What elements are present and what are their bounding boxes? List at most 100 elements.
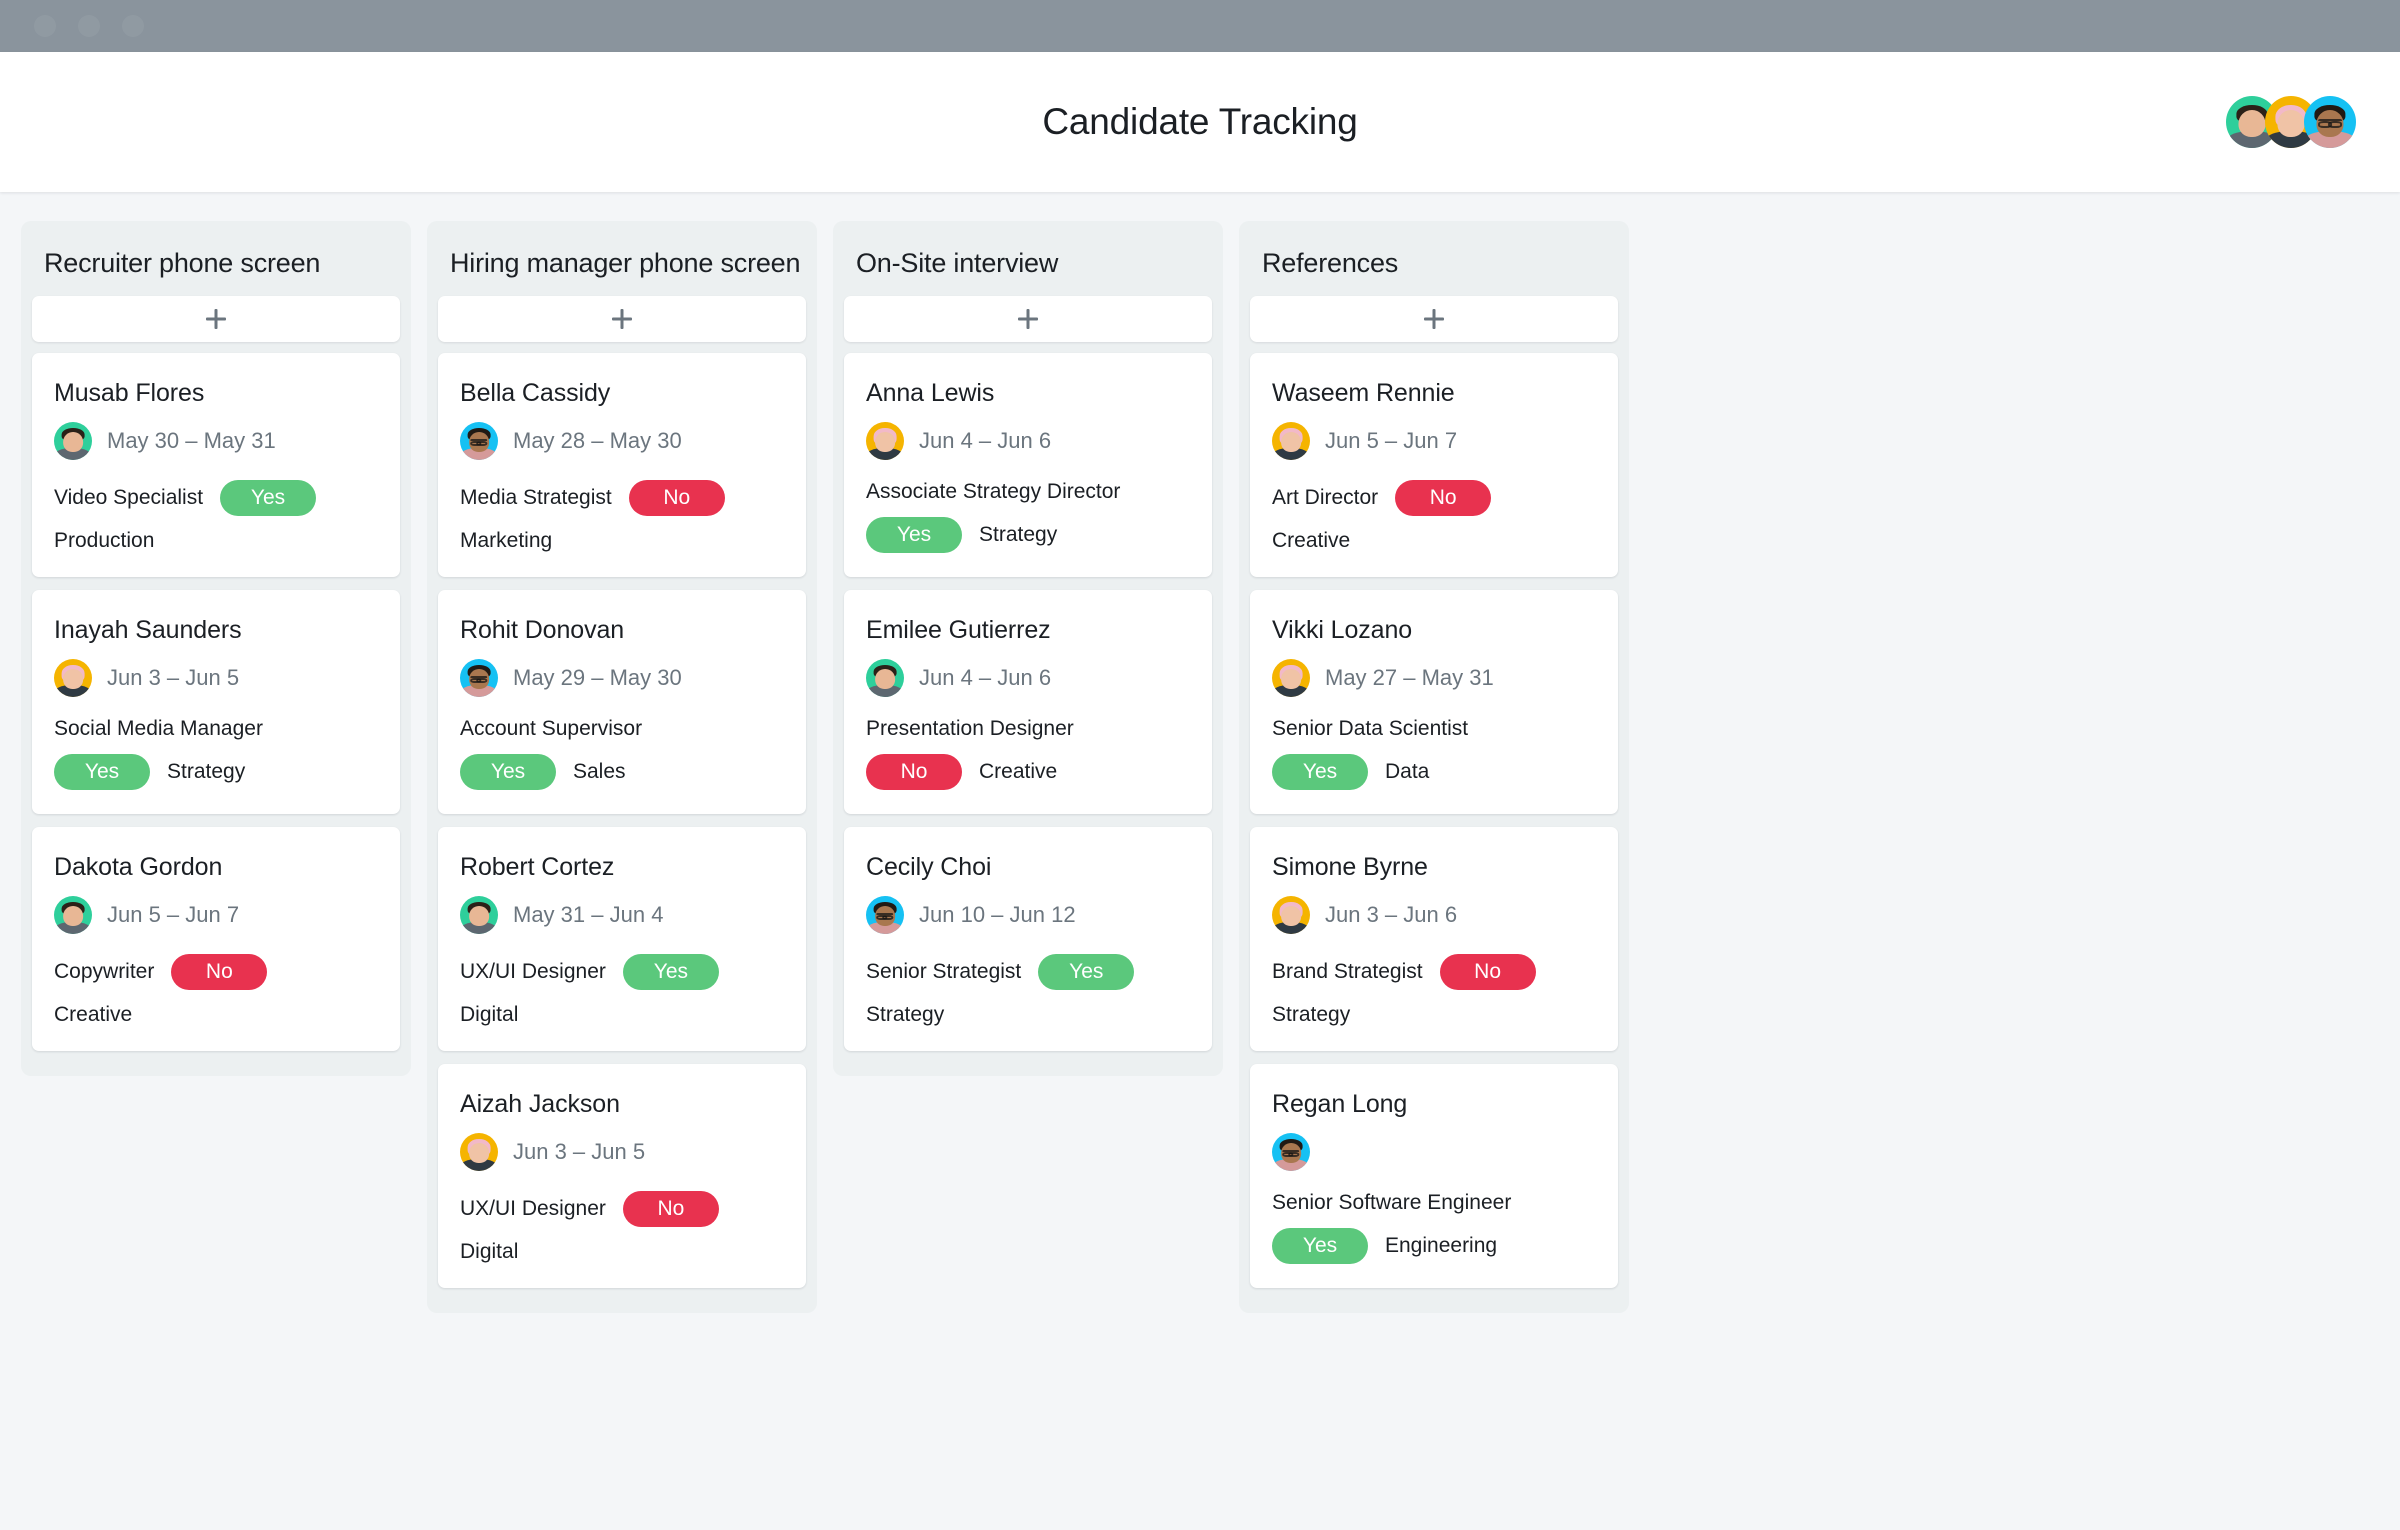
board-column: Hiring manager phone screen Bella Cassidy…: [427, 221, 817, 1313]
avatar[interactable]: [866, 659, 904, 697]
candidate-meta: Jun 5 – Jun 7: [1272, 422, 1596, 460]
avatar[interactable]: [54, 422, 92, 460]
candidate-card[interactable]: Waseem Rennie Jun 5 – Jun 7 Art Director No…: [1250, 353, 1618, 577]
avatar[interactable]: [460, 422, 498, 460]
card-field-row: UX/UI Designer No: [460, 1191, 784, 1227]
role-label: Video Specialist: [54, 486, 204, 509]
status-badge[interactable]: Yes: [622, 954, 719, 990]
card-field-row: UX/UI Designer Yes: [460, 954, 784, 990]
close-icon[interactable]: [34, 15, 56, 37]
candidate-name: Musab Flores: [54, 379, 205, 407]
date-range: Jun 10 – Jun 12: [919, 902, 1076, 927]
member-avatar-group[interactable]: [2226, 96, 2356, 148]
candidate-card[interactable]: Bella Cassidy May 28 – May 30 Media Strate…: [438, 353, 806, 577]
card-field-row: Media Strategist No: [460, 480, 784, 516]
card-fields: Senior Software Engineer Yes Engineering: [1272, 1191, 1596, 1264]
role-label: Art Director: [1272, 486, 1379, 509]
candidate-card[interactable]: Aizah Jackson Jun 3 – Jun 5 UX/UI Designer…: [438, 1064, 806, 1288]
date-range: May 27 – May 31: [1325, 665, 1494, 690]
avatar[interactable]: [54, 659, 92, 697]
maximize-icon[interactable]: [122, 15, 144, 37]
candidate-name: Bella Cassidy: [460, 379, 611, 407]
team-label: Creative: [1272, 529, 1351, 552]
candidate-name: Cecily Choi: [866, 853, 992, 881]
candidate-card[interactable]: Simone Byrne Jun 3 – Jun 6 Brand Strategis…: [1250, 827, 1618, 1051]
candidate-meta: May 31 – Jun 4: [460, 896, 784, 934]
date-range: Jun 4 – Jun 6: [919, 428, 1052, 453]
card-fields: Copywriter No Creative: [54, 954, 378, 1027]
add-card-button[interactable]: [32, 296, 400, 342]
candidate-card[interactable]: Rohit Donovan May 29 – May 30 Account Supe…: [438, 590, 806, 814]
card-field-row: Yes Strategy: [54, 754, 378, 790]
candidate-card[interactable]: Inayah Saunders Jun 3 – Jun 5 Social Media…: [32, 590, 400, 814]
status-badge[interactable]: Yes: [866, 517, 962, 553]
team-label: Creative: [54, 1003, 133, 1026]
candidate-card[interactable]: Robert Cortez May 31 – Jun 4 UX/UI Designe…: [438, 827, 806, 1051]
candidate-card[interactable]: Vikki Lozano May 27 – May 31 Senior Data S…: [1250, 590, 1618, 814]
avatar[interactable]: [1272, 659, 1310, 697]
role-label: UX/UI Designer: [460, 1197, 606, 1220]
status-badge[interactable]: No: [171, 954, 268, 990]
plus-icon: [203, 306, 229, 332]
status-badge[interactable]: No: [1395, 480, 1492, 516]
candidate-card[interactable]: Regan Long Senior Software Engineer Yes Eng…: [1250, 1064, 1618, 1288]
status-badge[interactable]: Yes: [54, 754, 150, 790]
status-badge[interactable]: Yes: [1272, 1228, 1368, 1264]
role-label: Copywriter: [54, 960, 155, 983]
candidate-name: Robert Cortez: [460, 853, 615, 881]
avatar[interactable]: [54, 896, 92, 934]
avatar[interactable]: [460, 659, 498, 697]
date-range: Jun 3 – Jun 5: [513, 1139, 646, 1164]
candidate-card[interactable]: Cecily Choi Jun 10 – Jun 12 Senior Strateg…: [844, 827, 1212, 1051]
candidate-name: Emilee Gutierrez: [866, 616, 1051, 644]
avatar[interactable]: [460, 896, 498, 934]
role-label: Senior Data Scientist: [1272, 717, 1469, 740]
candidate-name: Aizah Jackson: [460, 1090, 620, 1118]
card-field-row: Creative: [54, 1003, 378, 1027]
card-field-row: Yes Engineering: [1272, 1228, 1596, 1264]
status-badge[interactable]: No: [622, 1191, 719, 1227]
candidate-meta: Jun 3 – Jun 5: [54, 659, 378, 697]
status-badge[interactable]: Yes: [460, 754, 556, 790]
candidate-meta: May 30 – May 31: [54, 422, 378, 460]
card-field-row: Strategy: [866, 1003, 1190, 1027]
status-badge[interactable]: No: [1439, 954, 1536, 990]
avatar[interactable]: [866, 422, 904, 460]
avatar[interactable]: [1272, 896, 1310, 934]
date-range: May 29 – May 30: [513, 665, 682, 690]
card-fields: Associate Strategy Director Yes Strategy: [866, 480, 1190, 553]
candidate-card[interactable]: Emilee Gutierrez Jun 4 – Jun 6 Presentatio…: [844, 590, 1212, 814]
status-badge[interactable]: No: [866, 754, 962, 790]
candidate-card[interactable]: Dakota Gordon Jun 5 – Jun 7 Copywriter No Cr…: [32, 827, 400, 1051]
status-badge[interactable]: Yes: [220, 480, 317, 516]
team-label: Marketing: [460, 529, 553, 552]
avatar[interactable]: [1272, 422, 1310, 460]
add-card-button[interactable]: [438, 296, 806, 342]
card-fields: Social Media Manager Yes Strategy: [54, 717, 378, 790]
date-range: May 31 – Jun 4: [513, 902, 664, 927]
add-card-button[interactable]: [1250, 296, 1618, 342]
status-badge[interactable]: Yes: [1272, 754, 1368, 790]
team-label: Creative: [979, 760, 1058, 783]
status-badge[interactable]: No: [628, 480, 725, 516]
status-badge[interactable]: Yes: [1038, 954, 1135, 990]
candidate-meta: Jun 5 – Jun 7: [54, 896, 378, 934]
candidate-meta: May 27 – May 31: [1272, 659, 1596, 697]
card-fields: Account Supervisor Yes Sales: [460, 717, 784, 790]
add-card-button[interactable]: [844, 296, 1212, 342]
candidate-name: Simone Byrne: [1272, 853, 1428, 881]
candidate-card[interactable]: Anna Lewis Jun 4 – Jun 6 Associate Strateg…: [844, 353, 1212, 577]
plus-icon: [1421, 306, 1447, 332]
card-fields: UX/UI Designer No Digital: [460, 1191, 784, 1264]
card-fields: Media Strategist No Marketing: [460, 480, 784, 553]
candidate-name: Vikki Lozano: [1272, 616, 1413, 644]
role-label: Media Strategist: [460, 486, 612, 509]
avatar[interactable]: [1272, 1133, 1310, 1171]
card-field-row: Brand Strategist No: [1272, 954, 1596, 990]
avatar[interactable]: [460, 1133, 498, 1171]
avatar[interactable]: [866, 896, 904, 934]
avatar[interactable]: [2304, 96, 2356, 148]
minimize-icon[interactable]: [78, 15, 100, 37]
card-fields: Video Specialist Yes Production: [54, 480, 378, 553]
candidate-card[interactable]: Musab Flores May 30 – May 31 Video Special…: [32, 353, 400, 577]
